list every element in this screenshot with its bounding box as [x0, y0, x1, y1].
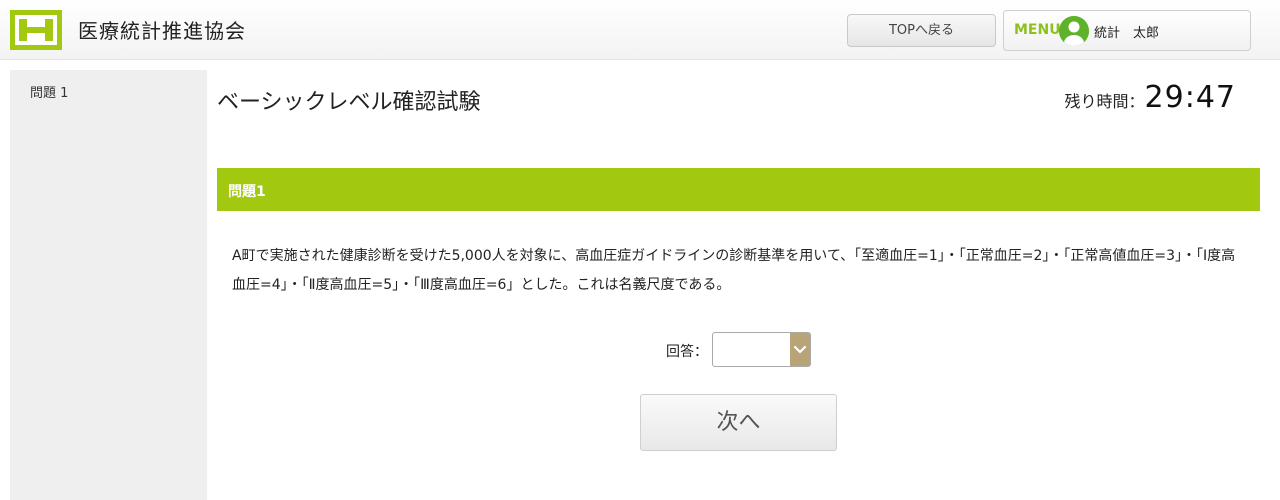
header: 医療統計推進協会 TOPへ戻る MENU 統計 太郎: [0, 0, 1280, 60]
remaining-time: 残り時間：29:47: [1065, 80, 1236, 115]
user-avatar-icon: [1059, 16, 1089, 46]
answer-select[interactable]: [712, 332, 811, 367]
timer-label: 残り時間：: [1064, 92, 1145, 111]
question-header: 問題1: [228, 184, 266, 200]
answer-label: 回答：: [666, 344, 708, 360]
question-text: A町で実施された健康診断を受けた5,000人を対象に、高血圧症ガイドラインの診断…: [232, 248, 1236, 293]
sidebar-item-question-1[interactable]: 問題 1: [30, 82, 68, 101]
org-name: 医療統計推進協会: [78, 19, 246, 43]
menu-button[interactable]: MENU 統計 太郎: [1003, 10, 1251, 51]
page-title: ベーシックレベル確認試験: [217, 90, 481, 115]
next-button[interactable]: 次へ: [640, 394, 837, 451]
menu-label: MENU: [1014, 22, 1061, 38]
top-button[interactable]: TOPへ戻る: [847, 14, 996, 47]
question-header-bar: 問題1: [217, 168, 1260, 211]
select-arrow-box[interactable]: [790, 333, 810, 366]
user-name: 統計 太郎: [1094, 26, 1160, 41]
logo-icon[interactable]: [10, 10, 62, 50]
sidebar: 問題 1: [10, 70, 207, 500]
timer-value: 29:47: [1144, 80, 1236, 115]
chevron-down-icon: [793, 345, 807, 354]
